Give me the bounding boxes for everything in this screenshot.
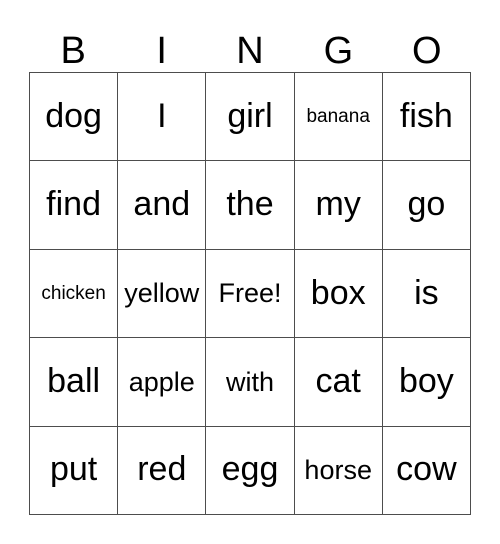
header-letter-i: I xyxy=(156,30,167,72)
bingo-cell-label: horse xyxy=(304,455,372,486)
bingo-cell[interactable]: banana xyxy=(294,73,383,162)
bingo-cell[interactable]: cat xyxy=(294,338,383,427)
bingo-cell-label: ball xyxy=(47,362,101,401)
bingo-cell-label: apple xyxy=(128,366,195,397)
bingo-cell[interactable]: girl xyxy=(206,73,295,162)
bingo-grid: dog Igirl banana fish find and the my go chicken y… xyxy=(29,72,471,515)
bingo-cell-label: the xyxy=(226,185,274,224)
bingo-cell[interactable]: chicken xyxy=(30,249,119,339)
bingo-cell[interactable]: with xyxy=(206,338,295,427)
bingo-cell[interactable]: horse xyxy=(294,426,383,515)
bingo-cell[interactable]: apple xyxy=(118,338,207,427)
bingo-cell-label: Free! xyxy=(218,278,282,309)
bingo-cell[interactable]: egg xyxy=(206,426,295,515)
bingo-cell-label: I xyxy=(157,96,167,135)
bingo-cell-label: find xyxy=(46,185,101,224)
bingo-cell-label: is xyxy=(414,273,439,312)
bingo-cell-label: banana xyxy=(306,105,370,127)
header-letter-g: G xyxy=(323,30,354,72)
bingo-cell[interactable]: red xyxy=(118,426,207,515)
bingo-cell-label: girl xyxy=(227,96,273,135)
bingo-cell-label: put xyxy=(49,450,98,489)
bingo-cell-label: fish xyxy=(399,96,453,135)
bingo-cell[interactable]: go xyxy=(382,161,471,250)
bingo-cell-label: with xyxy=(225,366,274,397)
bingo-cell[interactable]: put xyxy=(30,426,119,515)
bingo-cell-label: box xyxy=(310,273,366,312)
bingo-cell-label: egg xyxy=(221,450,279,489)
bingo-cell-label: go xyxy=(407,185,446,224)
bingo-cell[interactable]: find xyxy=(30,161,119,250)
bingo-cell[interactable]: the xyxy=(206,161,295,250)
bingo-cell[interactable]: my xyxy=(294,161,383,250)
bingo-cell-label: yellow xyxy=(124,278,200,309)
header-letter-b: B xyxy=(60,30,86,72)
bingo-cell-label: red xyxy=(137,450,187,489)
bingo-cell-label: my xyxy=(315,185,361,224)
bingo-cell-label: and xyxy=(133,185,191,224)
bingo-cell[interactable]: cow xyxy=(382,426,471,515)
bingo-cell[interactable]: boy xyxy=(382,338,471,427)
bingo-cell-label: cow xyxy=(396,450,457,489)
bingo-cell[interactable]: I xyxy=(118,73,207,162)
bingo-cell[interactable]: and xyxy=(118,161,207,250)
bingo-cell[interactable]: yellow xyxy=(118,249,207,339)
bingo-card: B I N G O dog Igirl banana fish find and the my… xyxy=(0,0,500,544)
bingo-cell[interactable]: is xyxy=(382,249,471,339)
bingo-cell-label: dog xyxy=(45,96,102,135)
bingo-cell[interactable]: dog xyxy=(30,73,119,162)
bingo-cell-label: boy xyxy=(398,362,454,401)
bingo-cell[interactable]: fish xyxy=(382,73,471,162)
header-letter-n: N xyxy=(236,30,264,72)
bingo-cell-label: chicken xyxy=(41,282,106,304)
bingo-header-row: B I N G O xyxy=(29,22,471,72)
bingo-cell-label: cat xyxy=(315,362,361,401)
header-letter-o: O xyxy=(412,30,442,72)
bingo-cell[interactable]: box xyxy=(294,249,383,339)
bingo-cell[interactable]: Free! xyxy=(206,249,295,339)
bingo-cell[interactable]: ball xyxy=(30,338,119,427)
